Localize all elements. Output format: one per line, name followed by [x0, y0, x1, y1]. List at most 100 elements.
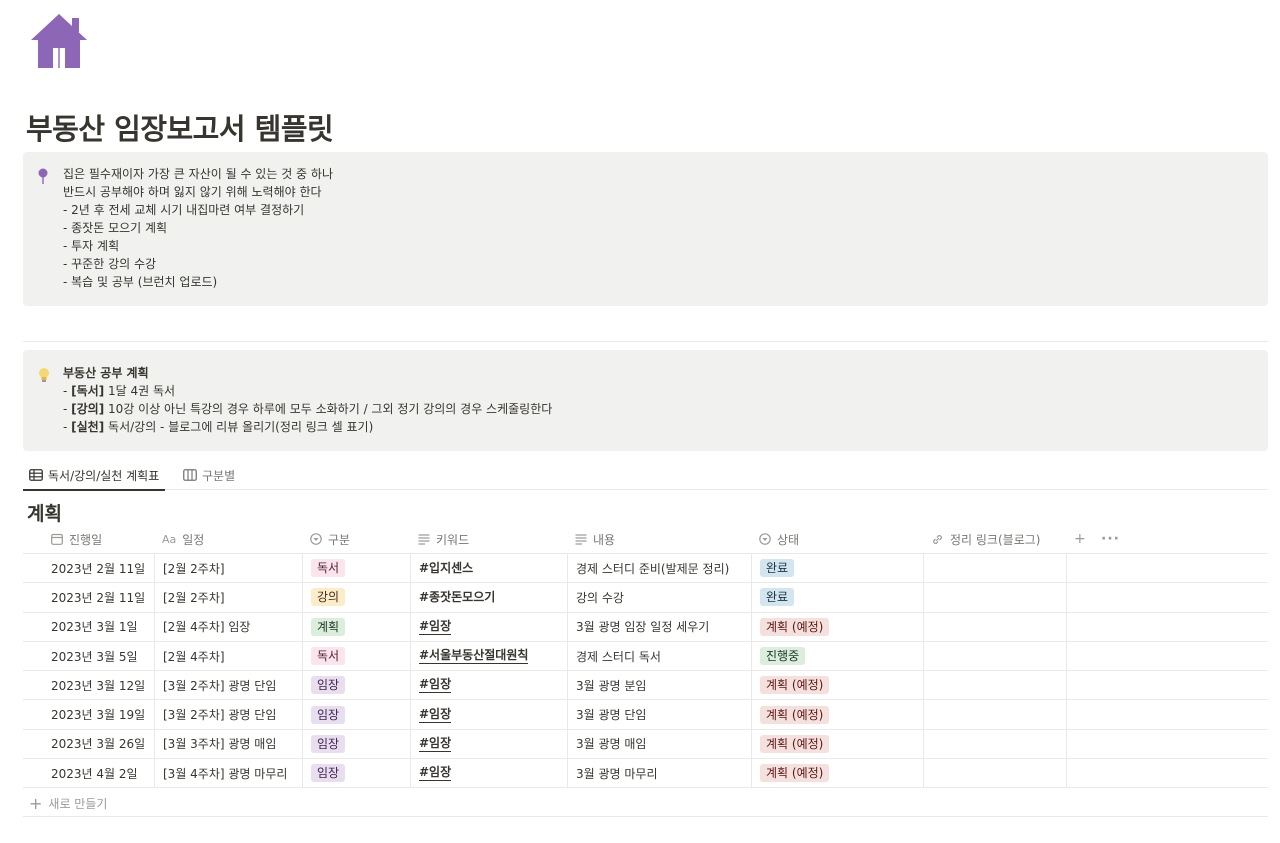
column-header-category[interactable]: 구분 — [310, 524, 350, 554]
link-cell[interactable] — [923, 671, 1066, 700]
table-cell[interactable]: 3월 광명 임장 일정 세우기 — [567, 612, 751, 641]
keyword-link[interactable]: #임장 — [419, 765, 452, 782]
table-cell[interactable]: 강의 수강 — [567, 583, 751, 612]
category-tag[interactable]: 독서 — [311, 647, 346, 666]
status-badge[interactable]: 완료 — [760, 559, 795, 578]
column-header-status[interactable]: 상태 — [759, 524, 799, 554]
category-tag[interactable]: 임장 — [311, 764, 346, 783]
table-cell[interactable]: 경제 스터디 준비(발제문 정리) — [567, 554, 751, 583]
empty-cell[interactable] — [1066, 612, 1268, 641]
table-cell[interactable]: 2023년 3월 26일 — [23, 730, 154, 758]
category-tag[interactable]: 임장 — [311, 705, 346, 724]
link-cell[interactable] — [923, 612, 1066, 641]
category-tag[interactable]: 강의 — [311, 588, 346, 607]
link-cell[interactable] — [923, 583, 1066, 612]
table-cell[interactable]: [3월 3주차] 광명 매임 — [154, 729, 302, 759]
status-badge[interactable]: 계획 (예정) — [760, 676, 830, 695]
table-cell[interactable]: 임장 — [302, 759, 410, 788]
table-row[interactable]: 2023년 3월 12일 [3월 2주차] 광명 단임 임장 #임장 3월 광명 분임 계… — [23, 671, 1268, 701]
table-cell[interactable]: 2023년 3월 1일 — [23, 613, 154, 641]
table-row[interactable]: 2023년 3월 1일 [2월 4주차] 임장 계획 #임장 3월 광명 임장 일정 세… — [23, 612, 1268, 642]
keyword-link[interactable]: #임장 — [419, 707, 452, 723]
link-cell[interactable] — [923, 729, 1066, 759]
lightbulb-icon[interactable] — [37, 367, 51, 387]
status-badge[interactable]: 계획 (예정) — [760, 705, 830, 724]
pushpin-icon[interactable] — [36, 168, 50, 322]
table-cell[interactable]: 3월 광명 마무리 — [567, 759, 751, 788]
table-cell[interactable]: [2월 4주차] 임장 — [154, 612, 302, 641]
keyword-link[interactable]: #임장 — [419, 619, 452, 635]
table-row[interactable]: 2023년 4월 2일 [3월 4주차] 광명 마무리 임장 #임장 3월 광명 마무리… — [23, 759, 1268, 789]
table-row[interactable]: 2023년 2월 11일 [2월 2주차] 독서 #입지센스 경제 스터디 준비(발제문… — [23, 554, 1268, 584]
category-tag[interactable]: 계획 — [311, 617, 346, 636]
category-tag[interactable]: 임장 — [311, 734, 346, 753]
keyword-link[interactable]: #임장 — [419, 736, 452, 752]
table-cell[interactable]: 임장 — [302, 671, 410, 700]
column-header-schedule[interactable]: Aa 일정 — [162, 524, 204, 554]
table-cell[interactable]: #종잣돈모으기 — [410, 583, 567, 612]
category-tag[interactable]: 독서 — [311, 559, 346, 578]
table-cell[interactable]: 계획 (예정) — [751, 612, 923, 641]
status-badge[interactable]: 진행중 — [760, 647, 806, 666]
status-badge[interactable]: 완료 — [760, 588, 795, 607]
status-badge[interactable]: 계획 (예정) — [760, 617, 830, 636]
table-cell[interactable]: 경제 스터디 독서 — [567, 641, 751, 671]
add-column-button[interactable]: + — [1074, 524, 1086, 554]
table-cell[interactable]: 계획 — [302, 612, 410, 641]
table-cell[interactable]: 완료 — [751, 554, 923, 583]
column-header-content[interactable]: 내용 — [575, 524, 615, 554]
table-cell[interactable]: 계획 (예정) — [751, 759, 923, 788]
table-cell[interactable]: 계획 (예정) — [751, 700, 923, 729]
link-cell[interactable] — [923, 700, 1066, 729]
table-cell[interactable]: 2023년 2월 11일 — [23, 583, 154, 611]
empty-cell[interactable] — [1066, 671, 1268, 700]
page-title[interactable]: 부동산 임장보고서 템플릿 — [26, 106, 334, 148]
table-cell[interactable]: #임장 — [410, 759, 567, 788]
link-cell[interactable] — [923, 759, 1066, 788]
table-cell[interactable]: 3월 광명 매임 — [567, 729, 751, 759]
table-cell[interactable]: [2월 4주차] — [154, 641, 302, 671]
table-cell[interactable]: [3월 4주차] 광명 마무리 — [154, 759, 302, 788]
table-cell[interactable]: 독서 — [302, 641, 410, 671]
table-row[interactable]: 2023년 2월 11일 [2월 2주차] 강의 #종잣돈모으기 강의 수강 완료 — [23, 583, 1268, 613]
status-badge[interactable]: 계획 (예정) — [760, 734, 830, 753]
table-cell[interactable]: #임장 — [410, 729, 567, 759]
table-cell[interactable]: 강의 — [302, 583, 410, 612]
status-badge[interactable]: 계획 (예정) — [760, 764, 830, 783]
empty-cell[interactable] — [1066, 583, 1268, 612]
table-cell[interactable]: 임장 — [302, 700, 410, 729]
table-cell[interactable]: [3월 2주차] 광명 단임 — [154, 700, 302, 729]
keyword-link[interactable]: #입지센스 — [419, 561, 473, 576]
table-cell[interactable]: 3월 광명 단임 — [567, 700, 751, 729]
keyword-link[interactable]: #임장 — [419, 677, 452, 694]
column-header-keyword[interactable]: 키워드 — [418, 524, 469, 554]
table-cell[interactable]: [3월 2주차] 광명 단임 — [154, 671, 302, 700]
database-title[interactable]: 계획 — [27, 499, 62, 526]
empty-cell[interactable] — [1066, 729, 1268, 759]
table-cell[interactable]: #입지센스 — [410, 554, 567, 583]
keyword-link[interactable]: #종잣돈모으기 — [419, 590, 495, 605]
house-icon[interactable] — [30, 12, 88, 70]
empty-cell[interactable] — [1066, 759, 1268, 788]
table-cell[interactable]: [2월 2주차] — [154, 583, 302, 612]
table-cell[interactable]: 2023년 4월 2일 — [23, 759, 154, 787]
empty-cell[interactable] — [1066, 554, 1268, 583]
table-cell[interactable]: #임장 — [410, 700, 567, 729]
table-cell[interactable]: 계획 (예정) — [751, 671, 923, 700]
keyword-link[interactable]: #서울부동산절대원칙 — [419, 648, 529, 665]
empty-cell[interactable] — [1066, 700, 1268, 729]
table-cell[interactable]: 2023년 3월 19일 — [23, 700, 154, 728]
column-header-date[interactable]: 진행일 — [51, 524, 102, 554]
tab-by-category[interactable]: 구분별 — [183, 460, 235, 490]
link-cell[interactable] — [923, 554, 1066, 583]
tab-plan-table[interactable]: 독서/강의/실천 계획표 — [22, 460, 166, 491]
more-options-button[interactable]: ··· — [1101, 524, 1120, 554]
table-cell[interactable]: 완료 — [751, 583, 923, 612]
table-cell[interactable]: #서울부동산절대원칙 — [410, 641, 567, 671]
empty-cell[interactable] — [1066, 641, 1268, 671]
table-cell[interactable]: #임장 — [410, 671, 567, 700]
table-cell[interactable]: [2월 2주차] — [154, 554, 302, 583]
new-row-button[interactable]: + 새로 만들기 — [23, 790, 1268, 817]
table-row[interactable]: 2023년 3월 5일 [2월 4주차] 독서 #서울부동산절대원칙 경제 스터디 독서… — [23, 641, 1268, 672]
table-row[interactable]: 2023년 3월 26일 [3월 3주차] 광명 매임 임장 #임장 3월 광명 매임 계… — [23, 729, 1268, 760]
